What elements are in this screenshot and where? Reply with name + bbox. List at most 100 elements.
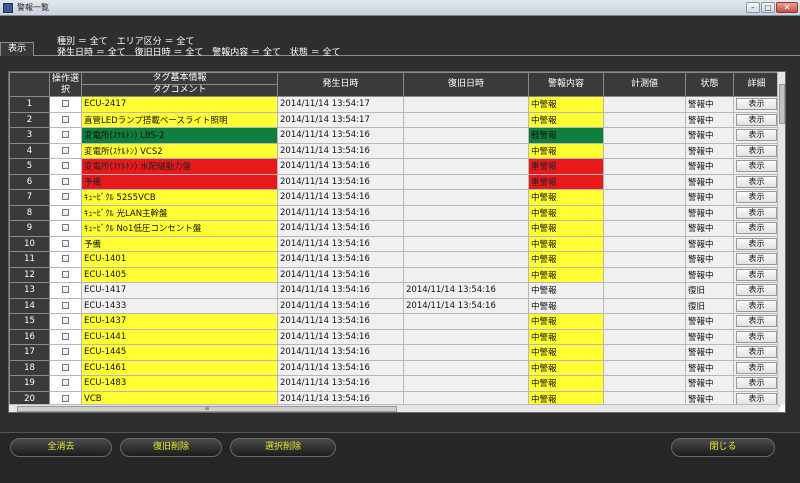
select-checkbox[interactable] — [62, 394, 69, 402]
select-checkbox-cell[interactable] — [49, 127, 82, 144]
header-measured[interactable]: 計測値 — [603, 72, 686, 97]
select-checkbox-cell[interactable] — [49, 313, 82, 330]
header-occurred[interactable]: 発生日時 — [277, 72, 404, 97]
table-row[interactable]: 3 変電所(ｽｹﾙﾄﾝ) LBS-2 2014/11/14 13:54:16 軽警報 警… — [9, 127, 780, 144]
detail-button[interactable]: 表示 — [736, 144, 777, 157]
select-delete-button[interactable]: 選択削除 — [230, 438, 336, 457]
detail-button[interactable]: 表示 — [736, 98, 777, 111]
detail-button[interactable]: 表示 — [736, 175, 777, 188]
select-checkbox[interactable] — [62, 177, 69, 185]
vertical-scroll-thumb[interactable] — [779, 84, 785, 124]
table-row[interactable]: 5 変電所(ｽｹﾙﾄﾝ) 水配継動力盤 2014/11/14 13:54:16 重警報… — [9, 158, 780, 175]
select-checkbox[interactable] — [62, 115, 69, 123]
occurred-cell: 2014/11/14 13:54:16 — [277, 204, 404, 221]
table-row[interactable]: 12 ECU-1405 2014/11/14 13:54:16 中警報 警報中 表示 — [9, 266, 780, 283]
select-checkbox-cell[interactable] — [49, 359, 82, 376]
restore-delete-button[interactable]: 復旧削除 — [120, 438, 222, 457]
table-row[interactable]: 9 ｷｭｰﾋﾞｸﾙ No1低圧コンセント盤 2014/11/14 13:54:16 中… — [9, 220, 780, 237]
tab-display[interactable]: 表示 — [0, 42, 34, 56]
detail-button[interactable]: 表示 — [736, 346, 777, 359]
select-checkbox-cell[interactable] — [49, 111, 82, 128]
detail-button[interactable]: 表示 — [736, 253, 777, 266]
detail-button[interactable]: 表示 — [736, 392, 777, 405]
horizontal-scrollbar[interactable]: ≡ — [9, 404, 779, 412]
select-checkbox-cell[interactable] — [49, 266, 82, 283]
select-checkbox[interactable] — [62, 224, 69, 232]
header-alarm[interactable]: 警報内容 — [528, 72, 604, 97]
select-checkbox-cell[interactable] — [49, 158, 82, 175]
select-checkbox-cell[interactable] — [49, 96, 82, 113]
select-checkbox-cell[interactable] — [49, 204, 82, 221]
select-checkbox[interactable] — [62, 162, 69, 170]
table-row[interactable]: 7 ｷｭｰﾋﾞｸﾙ 52S5VCB 2014/11/14 13:54:16 中警報 警報… — [9, 189, 780, 206]
table-row[interactable]: 6 予備 2014/11/14 13:54:16 重警報 警報中 表示 — [9, 173, 780, 190]
select-checkbox[interactable] — [62, 286, 69, 294]
select-checkbox[interactable] — [62, 146, 69, 154]
detail-button[interactable]: 表示 — [736, 330, 777, 343]
minimize-icon[interactable]: – — [746, 2, 760, 13]
select-checkbox[interactable] — [62, 131, 69, 139]
detail-button[interactable]: 表示 — [736, 268, 777, 281]
detail-button[interactable]: 表示 — [736, 191, 777, 204]
table-row[interactable]: 8 ｷｭｰﾋﾞｸﾙ 光LAN主幹盤 2014/11/14 13:54:16 中警報 警報… — [9, 204, 780, 221]
restored-cell: 2014/11/14 13:54:16 — [403, 297, 529, 314]
detail-button[interactable]: 表示 — [736, 377, 777, 390]
horizontal-scroll-thumb[interactable]: ≡ — [17, 406, 397, 412]
table-row[interactable]: 2 直管LEDランプ搭載ベースライト照明 2014/11/14 13:54:17 中警… — [9, 111, 780, 128]
select-checkbox[interactable] — [62, 317, 69, 325]
table-row[interactable]: 18 ECU-1461 2014/11/14 13:54:16 中警報 警報中 表示 — [9, 359, 780, 376]
table-row[interactable]: 14 ECU-1433 2014/11/14 13:54:16 2014/11/14 … — [9, 297, 780, 314]
select-checkbox-cell[interactable] — [49, 235, 82, 252]
select-checkbox-cell[interactable] — [49, 328, 82, 345]
detail-button[interactable]: 表示 — [736, 113, 777, 126]
header-restored[interactable]: 復旧日時 — [403, 72, 529, 97]
select-checkbox-cell[interactable] — [49, 375, 82, 392]
select-checkbox[interactable] — [62, 255, 69, 263]
table-row[interactable]: 19 ECU-1483 2014/11/14 13:54:16 中警報 警報中 表示 — [9, 375, 780, 392]
detail-button[interactable]: 表示 — [736, 129, 777, 142]
vertical-scrollbar[interactable] — [777, 72, 785, 405]
close-icon[interactable]: ✕ — [776, 2, 798, 13]
select-checkbox[interactable] — [62, 208, 69, 216]
detail-button[interactable]: 表示 — [736, 206, 777, 219]
select-checkbox-cell[interactable] — [49, 220, 82, 237]
table-row[interactable]: 11 ECU-1401 2014/11/14 13:54:16 中警報 警報中 表示 — [9, 251, 780, 268]
select-checkbox[interactable] — [62, 379, 69, 387]
select-checkbox-cell[interactable] — [49, 189, 82, 206]
table-row[interactable]: 4 変電所(ｽｹﾙﾄﾝ) VCS2 2014/11/14 13:54:16 中警報 警報… — [9, 142, 780, 159]
select-checkbox[interactable] — [62, 239, 69, 247]
detail-button[interactable]: 表示 — [736, 315, 777, 328]
select-checkbox-cell[interactable] — [49, 173, 82, 190]
select-checkbox[interactable] — [62, 332, 69, 340]
clear-all-button[interactable]: 全消去 — [10, 438, 112, 457]
detail-button[interactable]: 表示 — [736, 284, 777, 297]
select-checkbox[interactable] — [62, 348, 69, 356]
detail-button[interactable]: 表示 — [736, 237, 777, 250]
select-checkbox[interactable] — [62, 363, 69, 371]
detail-button[interactable]: 表示 — [736, 299, 777, 312]
select-checkbox[interactable] — [62, 100, 69, 108]
maximize-icon[interactable]: □ — [761, 2, 775, 13]
select-checkbox-cell[interactable] — [49, 297, 82, 314]
select-checkbox-cell[interactable] — [49, 282, 82, 299]
row-number: 16 — [9, 328, 50, 345]
table-row[interactable]: 10 予備 2014/11/14 13:54:16 中警報 警報中 表示 — [9, 235, 780, 252]
alarm-cell: 中警報 — [528, 111, 604, 128]
select-checkbox-cell[interactable] — [49, 344, 82, 361]
table-row[interactable]: 15 ECU-1437 2014/11/14 13:54:16 中警報 警報中 表示 — [9, 313, 780, 330]
table-row[interactable]: 13 ECU-1417 2014/11/14 13:54:16 2014/11/14 … — [9, 282, 780, 299]
select-checkbox-cell[interactable] — [49, 251, 82, 268]
select-checkbox-cell[interactable] — [49, 142, 82, 159]
header-state[interactable]: 状態 — [685, 72, 734, 97]
header-tag-comment[interactable]: タグコメント — [81, 84, 278, 97]
close-button[interactable]: 閉じる — [671, 438, 775, 457]
table-row[interactable]: 1 ECU-2417 2014/11/14 13:54:17 中警報 警報中 表示 — [9, 96, 780, 113]
detail-button[interactable]: 表示 — [736, 222, 777, 235]
select-checkbox[interactable] — [62, 270, 69, 278]
detail-button[interactable]: 表示 — [736, 361, 777, 374]
table-row[interactable]: 17 ECU-1445 2014/11/14 13:54:16 中警報 警報中 表示 — [9, 344, 780, 361]
select-checkbox[interactable] — [62, 301, 69, 309]
table-row[interactable]: 16 ECU-1441 2014/11/14 13:54:16 中警報 警報中 表示 — [9, 328, 780, 345]
select-checkbox[interactable] — [62, 193, 69, 201]
detail-button[interactable]: 表示 — [736, 160, 777, 173]
